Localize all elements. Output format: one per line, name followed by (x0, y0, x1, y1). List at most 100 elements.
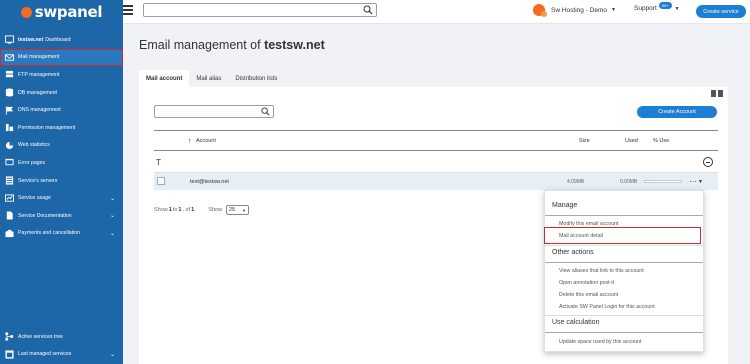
pager-of-label: , of (182, 207, 191, 213)
sidebar-item-label: Error pages (18, 159, 46, 166)
sort-arrow-up-icon[interactable]: 🡑 (188, 138, 191, 147)
sidebar-item-db-management[interactable]: DB management (0, 84, 123, 102)
column-used[interactable]: Used (625, 138, 638, 144)
row-checkbox[interactable] (157, 177, 165, 185)
logo[interactable]: swpanel (0, 0, 123, 24)
pager-to-label: to (172, 207, 178, 213)
search-icon[interactable] (261, 107, 270, 116)
sidebar-item-web-statistics[interactable]: Web statistics (0, 137, 123, 155)
menu-item-update-space-used[interactable]: Update space used by this account (559, 339, 641, 345)
sidebar-item-label: DB management (18, 89, 57, 96)
hamburger-menu-icon[interactable] (123, 5, 133, 15)
global-search-input[interactable] (143, 3, 377, 17)
account-name: Sw Hosting - Demo (551, 6, 607, 14)
row-size: 4.09MB (567, 179, 585, 185)
page-size-select[interactable]: 25 ▼ (225, 205, 249, 215)
error-page-icon (4, 158, 14, 167)
sidebar-item-label: Dashboard (45, 36, 71, 43)
account-search-input[interactable] (154, 105, 274, 118)
account-selector[interactable]: Sw Hosting - Demo ▼ (533, 4, 616, 17)
chevron-down-icon[interactable]: ⌄ (110, 351, 115, 358)
menu-item-activate-login[interactable]: Activate SW Panel Login for this account (559, 304, 655, 310)
sidebar-bottom-nav: Active services tree Last managed servic… (0, 328, 123, 363)
row-email: test@testsw.net (190, 179, 229, 185)
account-logo-icon (533, 4, 547, 17)
dropdown-header-use-calculation: Use calculation (552, 319, 600, 326)
support-label: Support (634, 5, 657, 12)
row-usage-bar (644, 180, 682, 183)
group-letter: T (156, 158, 161, 167)
tab-distribution-lists[interactable]: Distribution lists (228, 70, 284, 87)
search-icon[interactable] (363, 5, 373, 15)
table-row[interactable]: test@testsw.net 4.09MB 0.00MB … ▼ (154, 173, 718, 190)
tab-bar: Mail account Mail alias Distribution lis… (139, 70, 284, 87)
row-used: 0.00MB (620, 179, 638, 185)
row-more-actions-icon[interactable]: … (689, 175, 697, 184)
sidebar-item-last-managed[interactable]: Last managed services ⌄ (0, 346, 123, 364)
sidebar: swpanel testsw.net Dashboard Mail manage… (0, 0, 123, 364)
chevron-down-icon[interactable]: ⌄ (110, 212, 115, 219)
logo-text: swpanel (34, 3, 103, 21)
dropdown-divider (545, 215, 703, 216)
sidebar-item-label: Mail management (18, 54, 60, 61)
dropdown-divider (545, 245, 703, 246)
collapse-icon[interactable] (703, 157, 713, 167)
menu-item-open-annotation[interactable]: Open annotation post-it (559, 280, 614, 286)
sidebar-item-service-usage[interactable]: Service usage ⌄ (0, 189, 123, 207)
sidebar-nav: testsw.net Dashboard Mail management FTP… (0, 31, 123, 242)
sidebar-item-label: Web statistics (18, 142, 50, 149)
table-header: 🡑 Account Size Used % Use (154, 130, 718, 151)
dropdown-divider (545, 262, 703, 263)
sidebar-item-dns-management[interactable]: DNS management (0, 101, 123, 119)
sidebar-item-service-servers[interactable]: Service's servers (0, 172, 123, 190)
column-size[interactable]: Size (579, 138, 590, 144)
row-caret-down-icon[interactable]: ▼ (698, 179, 703, 185)
create-service-button[interactable]: Create service (696, 5, 746, 18)
sidebar-item-service-documentation[interactable]: Service Documentation ⌄ (0, 207, 123, 225)
usage-icon (4, 194, 14, 203)
page-size-value: 25 (228, 207, 236, 213)
caret-down-icon: ▼ (611, 7, 616, 13)
top-bar: Sw Hosting - Demo ▼ Support 99+ ▼ Create… (123, 0, 750, 24)
caret-down-icon: ▼ (674, 5, 680, 12)
support-menu[interactable]: Support 99+ ▼ (634, 2, 680, 12)
sidebar-item-label: Service's servers (18, 177, 58, 184)
database-icon (4, 88, 14, 97)
sidebar-item-permission-management[interactable]: Permission management (0, 119, 123, 137)
sidebar-item-dashboard[interactable]: testsw.net Dashboard (0, 31, 123, 49)
sidebar-item-mail-management[interactable]: Mail management (0, 48, 123, 67)
swpanel-logo-icon (20, 6, 32, 18)
row-actions-dropdown: Manage Modify this email account Mail ac… (544, 190, 704, 352)
sidebar-item-label: Active services tree (18, 333, 63, 340)
page-title: Email management of testsw.net (139, 38, 325, 52)
export-buttons (711, 90, 723, 97)
create-account-button[interactable]: Create Account (637, 106, 717, 118)
sidebar-item-active-services-tree[interactable]: Active services tree (0, 328, 123, 346)
tab-mail-alias[interactable]: Mail alias (189, 70, 228, 87)
dropdown-header-manage: Manage (552, 202, 578, 209)
tab-mail-account[interactable]: Mail account (139, 70, 190, 87)
chevron-down-icon[interactable]: ⌄ (110, 230, 115, 237)
mail-icon (4, 53, 14, 62)
server-icon (4, 176, 14, 185)
column-percent-use[interactable]: % Use (653, 138, 669, 144)
chevron-down-icon[interactable]: ⌄ (110, 195, 115, 202)
dropdown-divider (545, 315, 703, 316)
ftp-icon (4, 70, 14, 79)
export-excel-icon[interactable] (718, 90, 723, 97)
export-pdf-icon[interactable] (711, 90, 716, 97)
menu-item-view-aliases[interactable]: View aliases that link to this account (559, 268, 644, 274)
sidebar-item-label: Payments and cancellation (18, 230, 80, 237)
sidebar-item-ftp-management[interactable]: FTP management (0, 66, 123, 84)
document-icon (4, 211, 14, 220)
sidebar-item-label: Last managed services (18, 351, 72, 358)
column-account[interactable]: Account (196, 138, 216, 144)
support-badge: 99+ (658, 2, 672, 9)
pie-chart-icon (4, 141, 14, 150)
sidebar-item-label: Service Documentation (18, 212, 72, 219)
pager-show-prefix: Show (154, 207, 168, 213)
sidebar-item-payments[interactable]: Payments and cancellation ⌄ (0, 225, 123, 243)
sidebar-item-error-pages[interactable]: Error pages (0, 154, 123, 172)
menu-item-delete-account[interactable]: Delete this email account (559, 292, 618, 298)
page-title-prefix: Email management of (139, 38, 265, 52)
